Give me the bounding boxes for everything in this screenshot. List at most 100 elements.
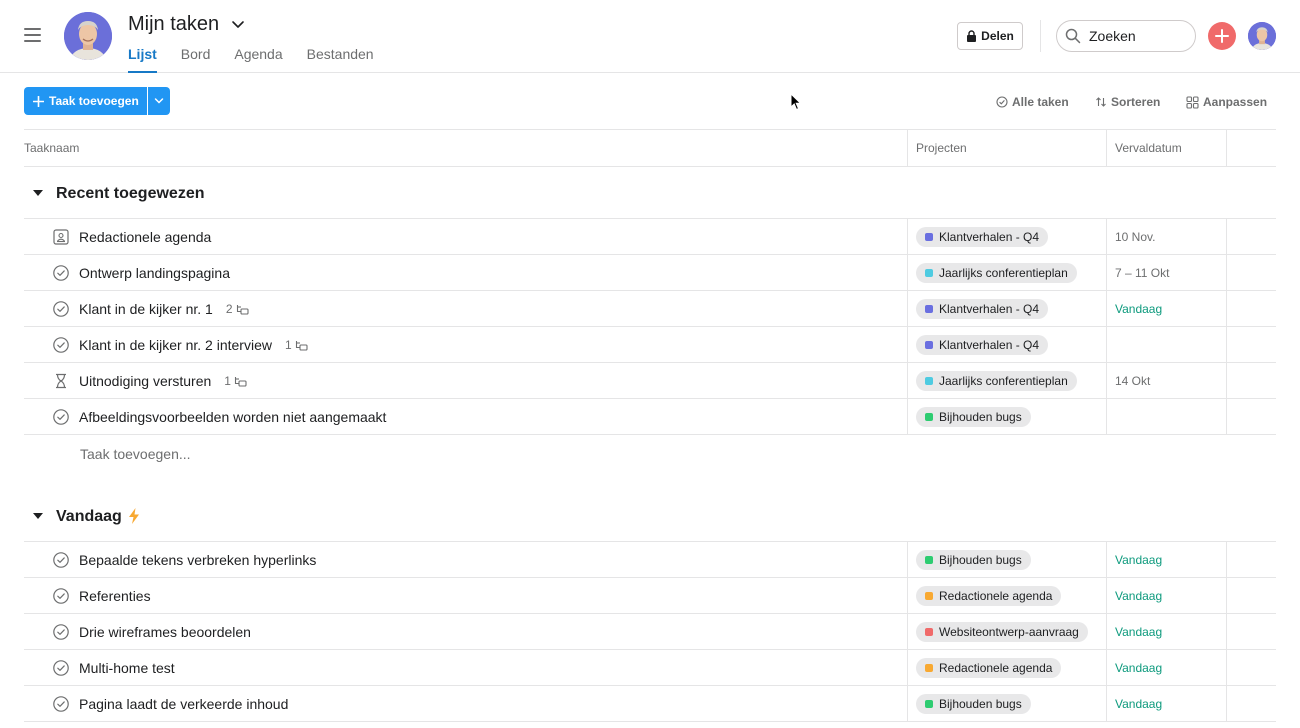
customize-icon	[1186, 95, 1199, 109]
check-circle-icon[interactable]	[53, 265, 69, 281]
task-name-cell[interactable]: Multi-home test	[79, 659, 175, 677]
column-header-due-date[interactable]: Vervaldatum	[1115, 130, 1182, 167]
table-row[interactable]: Multi-home test Redactionele agenda Vandaa…	[24, 650, 1276, 686]
avatar[interactable]	[64, 12, 112, 60]
check-circle-icon[interactable]	[53, 552, 69, 568]
check-circle-icon[interactable]	[53, 301, 69, 317]
due-date[interactable]: Vandaag	[1115, 589, 1162, 603]
user-avatar[interactable]	[1248, 22, 1276, 50]
chevron-down-icon[interactable]	[231, 18, 245, 30]
table-row[interactable]: Afbeeldingsvoorbeelden worden niet aange…	[24, 399, 1276, 435]
check-circle-icon[interactable]	[53, 337, 69, 353]
table-row[interactable]: Klant in de kijker nr. 1 2 Klantverhalen -…	[24, 291, 1276, 327]
project-pill[interactable]: Websiteontwerp-aanvraag	[916, 622, 1088, 642]
task-name-cell[interactable]: Klant in de kijker nr. 1 2	[79, 300, 249, 318]
project-cell[interactable]: Klantverhalen - Q4	[916, 335, 1049, 355]
project-pill[interactable]: Redactionele agenda	[916, 586, 1062, 606]
share-button[interactable]: Delen	[957, 22, 1023, 50]
task-name-cell[interactable]: Referenties	[79, 587, 151, 605]
project-pill[interactable]: Klantverhalen - Q4	[916, 335, 1049, 355]
due-date[interactable]: 7 – 11 Okt	[1115, 266, 1169, 280]
check-circle-icon[interactable]	[53, 660, 69, 676]
sort-button[interactable]: Sorteren	[1095, 94, 1160, 110]
project-cell[interactable]: Websiteontwerp-aanvraag	[916, 622, 1088, 642]
collapse-triangle-icon[interactable]	[33, 513, 43, 519]
task-name-cell[interactable]: Redactionele agenda	[79, 228, 211, 246]
due-date[interactable]: Vandaag	[1115, 697, 1162, 711]
table-row[interactable]: Drie wireframes beoordelen Websiteontwerp…	[24, 614, 1276, 650]
project-pill[interactable]: Bijhouden bugs	[916, 694, 1031, 714]
project-pill[interactable]: Klantverhalen - Q4	[916, 299, 1049, 319]
column-divider	[907, 291, 908, 327]
subtask-count[interactable]: 2	[226, 300, 249, 318]
column-header-projects[interactable]: Projecten	[916, 130, 967, 167]
add-task-row[interactable]: Taak toevoegen...	[24, 435, 1276, 471]
column-divider	[1226, 219, 1227, 255]
project-cell[interactable]: Klantverhalen - Q4	[916, 299, 1049, 319]
due-date[interactable]: Vandaag	[1115, 302, 1162, 316]
task-name-cell[interactable]: Uitnodiging versturen 1	[79, 372, 247, 390]
project-cell[interactable]: Redactionele agenda	[916, 586, 1062, 606]
project-cell[interactable]: Redactionele agenda	[916, 658, 1062, 678]
tab-calendar[interactable]: Agenda	[234, 45, 282, 73]
task-name-cell[interactable]: Drie wireframes beoordelen	[79, 623, 251, 641]
subtask-count[interactable]: 1	[285, 336, 308, 354]
project-cell[interactable]: Bijhouden bugs	[916, 407, 1031, 427]
section-header[interactable]: Vandaag	[24, 490, 1276, 542]
filter-all-tasks-button[interactable]: Alle taken	[996, 94, 1069, 110]
project-pill[interactable]: Jaarlijks conferentieplan	[916, 371, 1077, 391]
tab-files[interactable]: Bestanden	[307, 45, 374, 73]
approval-icon[interactable]	[53, 229, 69, 245]
section-header[interactable]: Recent toegewezen	[24, 167, 1276, 219]
table-row[interactable]: Ontwerp landingspagina Jaarlijks conferen…	[24, 255, 1276, 291]
collapse-triangle-icon[interactable]	[33, 190, 43, 196]
task-name-cell[interactable]: Bepaalde tekens verbreken hyperlinks	[79, 551, 316, 569]
table-row[interactable]: Referenties Redactionele agenda Vandaag	[24, 578, 1276, 614]
hourglass-icon[interactable]	[53, 373, 69, 389]
table-row[interactable]: Bepaalde tekens verbreken hyperlinks Bijh…	[24, 542, 1276, 578]
check-circle-icon[interactable]	[53, 696, 69, 712]
project-color-dot	[925, 700, 933, 708]
project-cell[interactable]: Jaarlijks conferentieplan	[916, 371, 1077, 391]
subtask-count[interactable]: 1	[224, 372, 247, 390]
project-cell[interactable]: Klantverhalen - Q4	[916, 227, 1049, 247]
project-pill[interactable]: Bijhouden bugs	[916, 407, 1031, 427]
project-cell[interactable]: Bijhouden bugs	[916, 550, 1031, 570]
due-date[interactable]: 14 Okt	[1115, 374, 1150, 388]
check-circle-icon[interactable]	[53, 588, 69, 604]
project-cell[interactable]: Jaarlijks conferentieplan	[916, 263, 1077, 283]
hamburger-menu-icon[interactable]	[24, 28, 41, 42]
column-divider	[907, 542, 908, 578]
due-date[interactable]: Vandaag	[1115, 661, 1162, 675]
check-circle-icon[interactable]	[53, 409, 69, 425]
tab-list[interactable]: Lijst	[128, 45, 157, 73]
search-input[interactable]: Zoeken	[1056, 20, 1196, 52]
task-name-cell[interactable]: Pagina laadt de verkeerde inhoud	[79, 695, 288, 713]
column-header-task-name[interactable]: Taaknaam	[24, 130, 79, 167]
project-pill[interactable]: Klantverhalen - Q4	[916, 227, 1049, 247]
table-row[interactable]: Klant in de kijker nr. 2 interview 1 Klant…	[24, 327, 1276, 363]
due-date[interactable]: Vandaag	[1115, 625, 1162, 639]
table-row[interactable]: Pagina laadt de verkeerde inhoud Bijhoude…	[24, 686, 1276, 722]
project-pill[interactable]: Redactionele agenda	[916, 658, 1062, 678]
table-row[interactable]: Redactionele agenda Klantverhalen - Q4 10 …	[24, 219, 1276, 255]
task-name-cell[interactable]: Klant in de kijker nr. 2 interview 1	[79, 336, 308, 354]
task-name: Referenties	[79, 588, 151, 604]
project-cell[interactable]: Bijhouden bugs	[916, 694, 1031, 714]
table-row[interactable]: Uitnodiging versturen 1 Jaarlijks conferen…	[24, 363, 1276, 399]
customize-button[interactable]: Aanpassen	[1186, 94, 1267, 110]
task-name-cell[interactable]: Afbeeldingsvoorbeelden worden niet aange…	[79, 408, 386, 426]
project-pill[interactable]: Bijhouden bugs	[916, 550, 1031, 570]
check-circle-icon[interactable]	[53, 624, 69, 640]
add-task-button[interactable]: Taak toevoegen	[24, 87, 147, 115]
task-name-cell[interactable]: Ontwerp landingspagina	[79, 264, 230, 282]
due-date[interactable]: Vandaag	[1115, 553, 1162, 567]
add-task-dropdown-button[interactable]	[148, 87, 170, 115]
project-pill[interactable]: Jaarlijks conferentieplan	[916, 263, 1077, 283]
quick-add-button[interactable]	[1208, 22, 1236, 50]
due-date[interactable]: 10 Nov.	[1115, 230, 1155, 244]
project-name: Websiteontwerp-aanvraag	[939, 625, 1079, 639]
tab-board[interactable]: Bord	[181, 45, 211, 73]
add-task-row[interactable]: Taak toevoegen...	[24, 722, 1276, 728]
subtask-icon	[236, 304, 249, 315]
